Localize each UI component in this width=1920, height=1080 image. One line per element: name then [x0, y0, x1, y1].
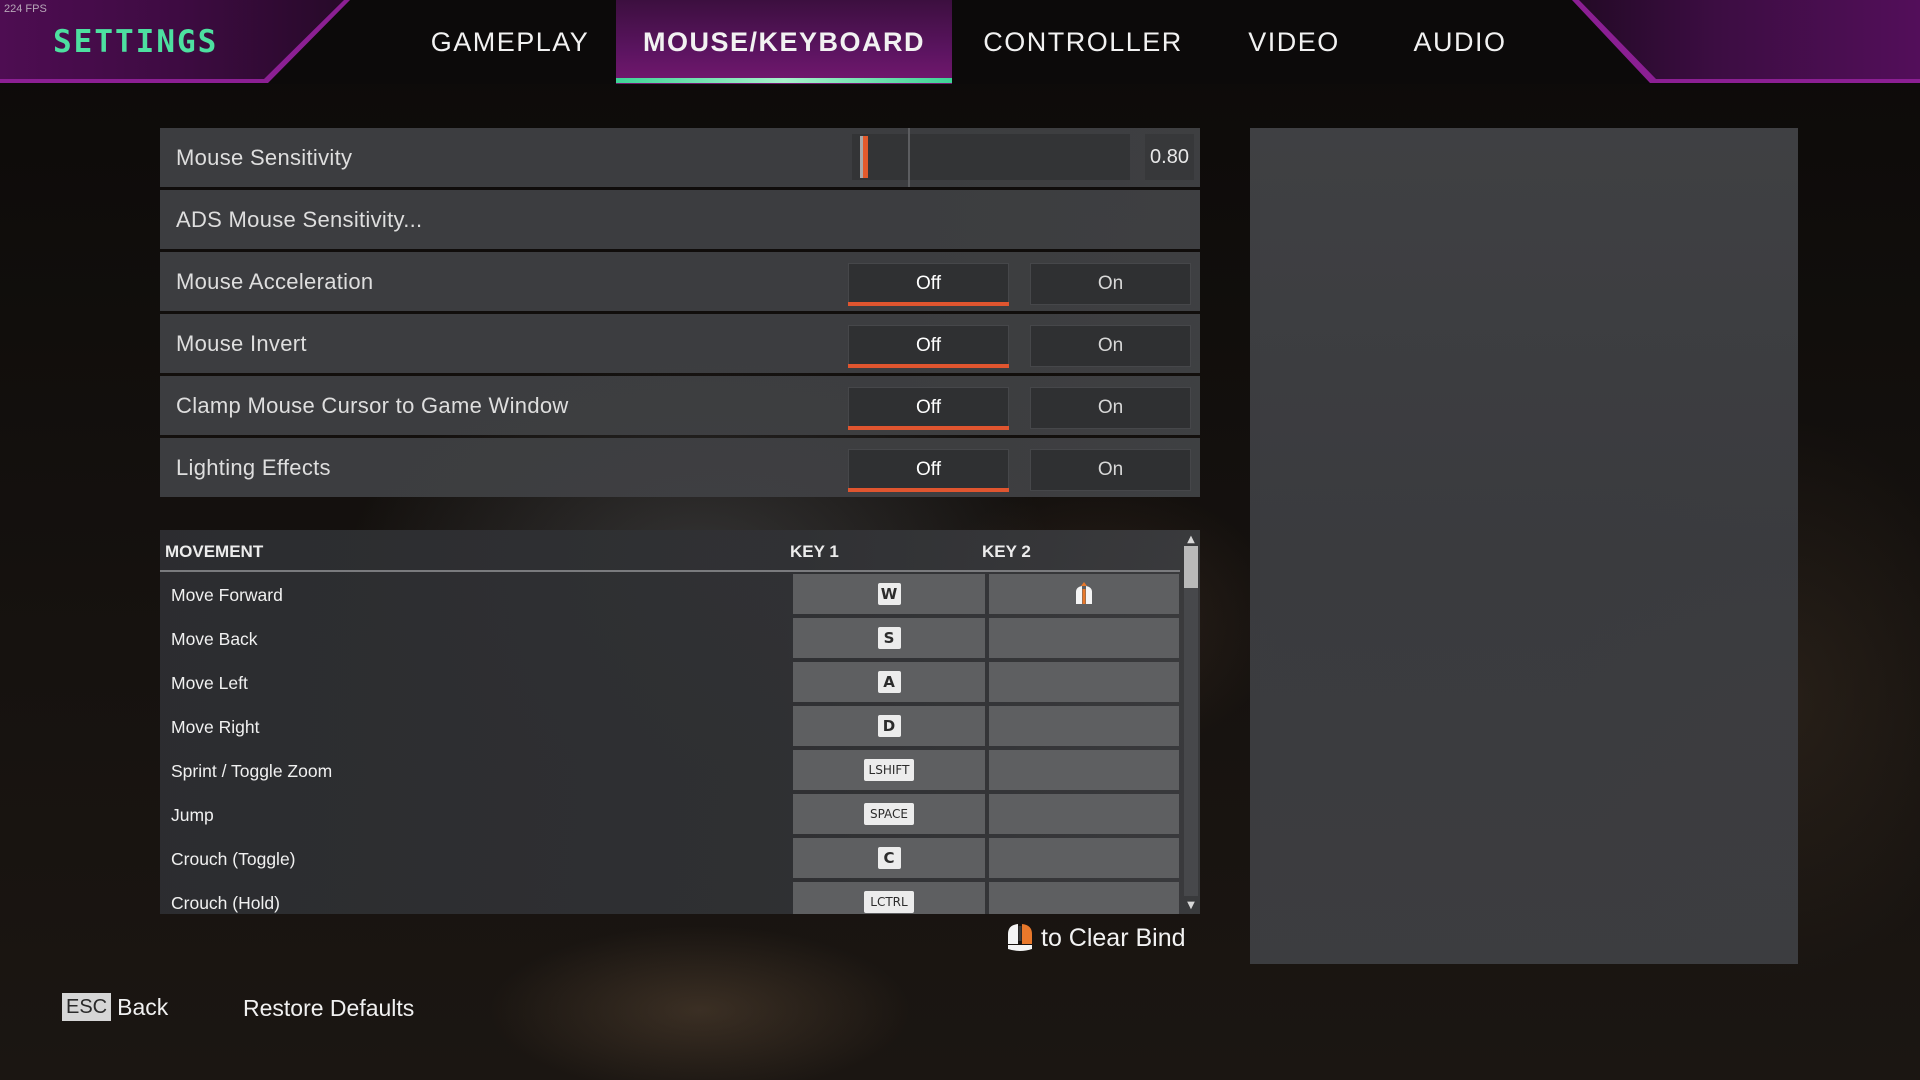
- slider-thumb[interactable]: [860, 136, 868, 178]
- mouse-sensitivity-slider[interactable]: [852, 128, 1130, 187]
- keybind-action-label: Crouch (Hold): [171, 893, 280, 913]
- setting-label: Clamp Mouse Cursor to Game Window: [176, 392, 569, 418]
- option-on-button[interactable]: On: [1030, 449, 1191, 491]
- key1-bind-slot[interactable]: SPACE: [793, 794, 985, 834]
- keycap: W: [877, 583, 901, 605]
- option-on-button[interactable]: On: [1030, 263, 1191, 305]
- option-off-button[interactable]: Off: [848, 263, 1009, 306]
- back-label: Back: [117, 993, 169, 1020]
- clear-bind-hint: to Clear Bind: [1005, 922, 1186, 954]
- keybind-row: Move Left A: [160, 662, 1180, 706]
- key2-bind-slot[interactable]: [989, 750, 1179, 790]
- option-on-button[interactable]: On: [1030, 325, 1191, 367]
- key1-bind-slot[interactable]: LCTRL: [793, 882, 985, 914]
- key2-bind-slot[interactable]: [989, 706, 1179, 746]
- setting-row-mouse-invert: Mouse Invert Off On: [160, 314, 1200, 373]
- setting-description-panel: [1250, 128, 1798, 964]
- setting-row-mouse-acceleration: Mouse Acceleration Off On: [160, 252, 1200, 311]
- keybind-table: MOVEMENT KEY 1 KEY 2 Move Forward W Move B…: [160, 530, 1200, 914]
- tab-audio[interactable]: AUDIO: [1380, 0, 1540, 84]
- setting-label: ADS Mouse Sensitivity...: [176, 206, 423, 232]
- category-header: MOVEMENT: [165, 542, 264, 561]
- fps-counter: 224 FPS: [4, 3, 47, 15]
- keybind-table-header: MOVEMENT KEY 1 KEY 2: [160, 530, 1180, 572]
- keybind-row: Move Forward W: [160, 574, 1180, 618]
- mouse-sensitivity-value[interactable]: 0.80: [1145, 134, 1194, 180]
- mouse-settings-list: Mouse Sensitivity 0.80 ADS Mouse Sensiti…: [160, 128, 1200, 500]
- key1-bind-slot[interactable]: A: [793, 662, 985, 702]
- keybind-action-label: Move Back: [171, 629, 258, 649]
- keycap: SPACE: [864, 803, 914, 825]
- keybind-action-label: Move Right: [171, 717, 260, 737]
- setting-label: Mouse Sensitivity: [176, 144, 353, 170]
- tab-gameplay[interactable]: GAMEPLAY: [410, 0, 610, 84]
- scrollbar-track[interactable]: [1184, 546, 1198, 896]
- back-button[interactable]: ESC Back: [62, 993, 168, 1021]
- keybind-scrollbar[interactable]: ▲ ▼: [1182, 530, 1200, 914]
- key1-bind-slot[interactable]: D: [793, 706, 985, 746]
- setting-label: Mouse Invert: [176, 330, 307, 356]
- key2-bind-slot[interactable]: [989, 838, 1179, 878]
- tab-mouse-keyboard[interactable]: MOUSE/KEYBOARD: [616, 0, 952, 84]
- esc-key-icon: ESC: [62, 993, 112, 1021]
- keycap: D: [877, 715, 901, 737]
- settings-tabs: GAMEPLAY MOUSE/KEYBOARD CONTROLLER VIDEO…: [410, 0, 1540, 84]
- option-on-button[interactable]: On: [1030, 387, 1191, 429]
- key1-column-header: KEY 1: [790, 542, 839, 561]
- key1-bind-slot[interactable]: W: [793, 574, 985, 614]
- page-title: SETTINGS: [53, 24, 219, 60]
- scroll-up-arrow-icon[interactable]: ▲: [1183, 532, 1199, 546]
- key2-bind-slot[interactable]: [989, 574, 1179, 614]
- slider-default-marker: [908, 128, 910, 187]
- keybind-row: Crouch (Hold) LCTRL: [160, 882, 1180, 914]
- keybind-action-label: Move Forward: [171, 585, 283, 605]
- option-off-button[interactable]: Off: [848, 325, 1009, 368]
- keybind-action-label: Crouch (Toggle): [171, 849, 296, 869]
- keybind-action-label: Move Left: [171, 673, 248, 693]
- setting-row-ads-sensitivity[interactable]: ADS Mouse Sensitivity...: [160, 190, 1200, 249]
- tab-controller[interactable]: CONTROLLER: [958, 0, 1208, 84]
- keycap: C: [877, 847, 901, 869]
- keybind-row: Move Back S: [160, 618, 1180, 662]
- setting-row-clamp-cursor: Clamp Mouse Cursor to Game Window Off On: [160, 376, 1200, 435]
- keybind-row: Move Right D: [160, 706, 1180, 750]
- restore-defaults-label: Restore Defaults: [243, 994, 415, 1021]
- keybind-row: Sprint / Toggle Zoom LSHIFT: [160, 750, 1180, 794]
- keybind-row: Crouch (Toggle) C: [160, 838, 1180, 882]
- keybind-action-label: Sprint / Toggle Zoom: [171, 761, 333, 781]
- tab-video[interactable]: VIDEO: [1214, 0, 1374, 84]
- option-off-button[interactable]: Off: [848, 449, 1009, 492]
- setting-row-lighting-effects: Lighting Effects Off On: [160, 438, 1200, 497]
- mouse-wheel-up-icon: [1076, 582, 1092, 604]
- setting-label: Mouse Acceleration: [176, 268, 374, 294]
- keycap: LSHIFT: [864, 759, 914, 781]
- key1-bind-slot[interactable]: C: [793, 838, 985, 878]
- scrollbar-thumb[interactable]: [1184, 546, 1198, 588]
- key2-bind-slot[interactable]: [989, 662, 1179, 702]
- setting-label: Lighting Effects: [176, 454, 331, 480]
- key2-bind-slot[interactable]: [989, 882, 1179, 914]
- restore-defaults-button[interactable]: Restore Defaults: [243, 993, 414, 1023]
- keybind-row: Jump SPACE: [160, 794, 1180, 838]
- mouse-middle-click-icon: [1008, 924, 1032, 951]
- key1-bind-slot[interactable]: S: [793, 618, 985, 658]
- clear-bind-text: to Clear Bind: [1041, 923, 1186, 952]
- keycap: A: [877, 671, 901, 693]
- scroll-down-arrow-icon[interactable]: ▼: [1183, 898, 1199, 912]
- key2-bind-slot[interactable]: [989, 794, 1179, 834]
- key2-column-header: KEY 2: [982, 542, 1031, 561]
- keybind-action-label: Jump: [171, 805, 214, 825]
- keycap: S: [877, 627, 901, 649]
- key2-bind-slot[interactable]: [989, 618, 1179, 658]
- key1-bind-slot[interactable]: LSHIFT: [793, 750, 985, 790]
- option-off-button[interactable]: Off: [848, 387, 1009, 430]
- setting-row-mouse-sensitivity: Mouse Sensitivity 0.80: [160, 128, 1200, 187]
- keycap: LCTRL: [864, 891, 914, 913]
